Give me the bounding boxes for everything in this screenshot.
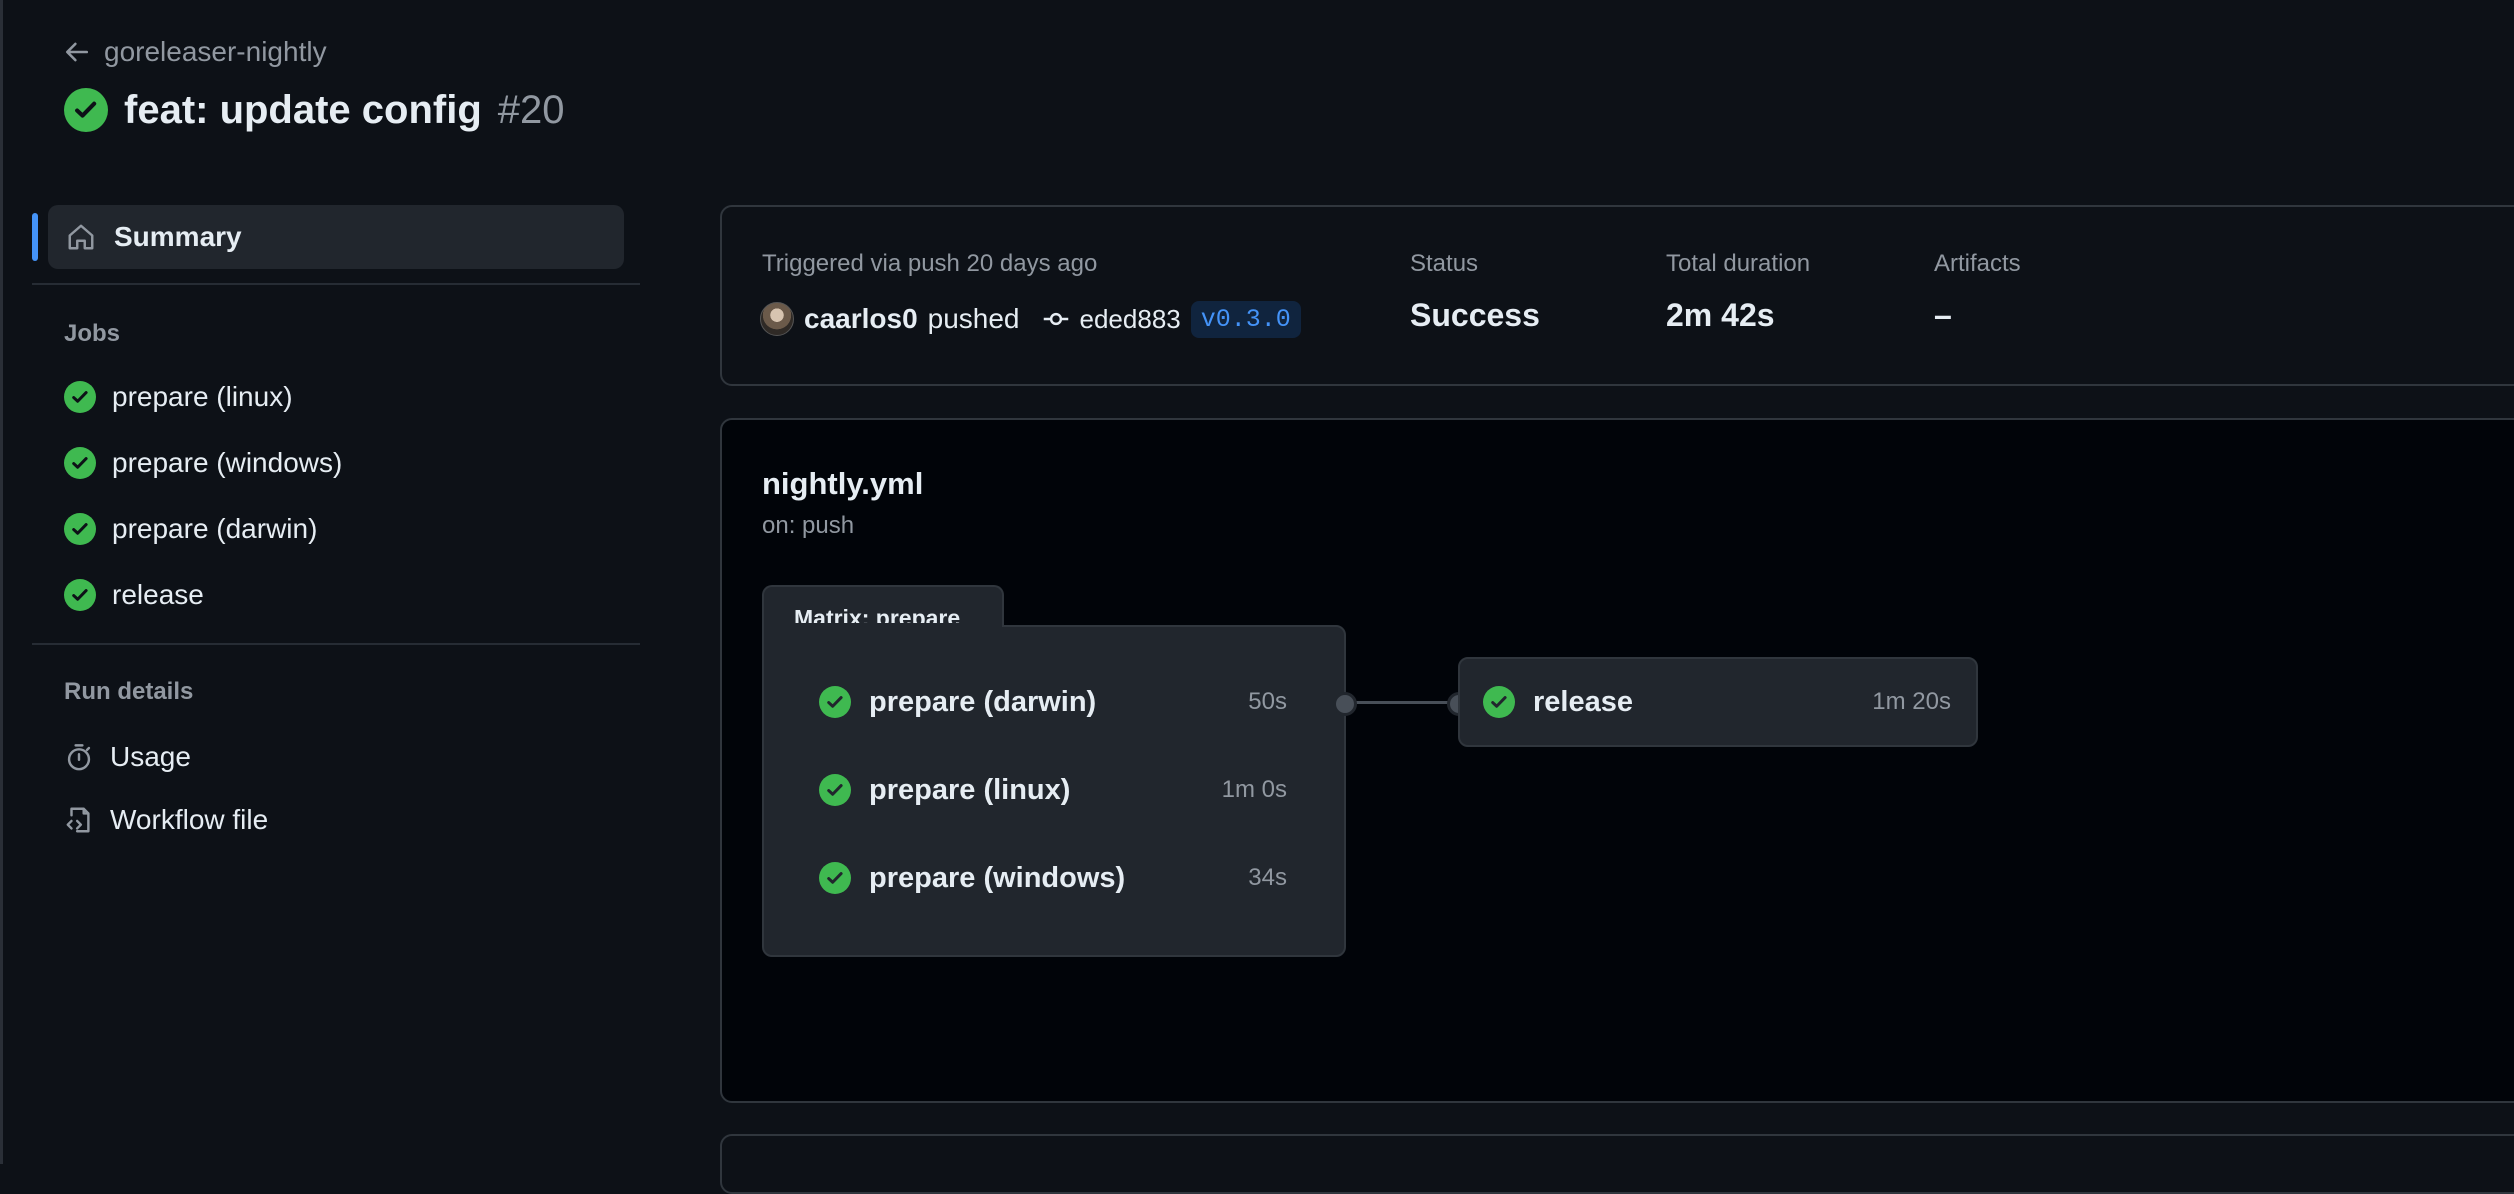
- sidebar-item-usage[interactable]: Usage: [64, 733, 191, 781]
- job-name: prepare (linux): [869, 774, 1070, 807]
- avatar[interactable]: [760, 302, 794, 336]
- sidebar-divider: [32, 643, 640, 645]
- check-circle-icon: [64, 447, 96, 479]
- job-duration: 1m 20s: [1872, 688, 1951, 716]
- home-icon: [66, 222, 96, 252]
- sidebar-item-job[interactable]: prepare (linux): [64, 373, 293, 421]
- sidebar-divider: [32, 283, 640, 285]
- job-duration: 34s: [1248, 864, 1287, 892]
- check-circle-icon: [64, 513, 96, 545]
- user-link[interactable]: caarlos0: [804, 303, 918, 335]
- sidebar-item-job[interactable]: prepare (windows): [64, 439, 342, 487]
- matrix-job[interactable]: prepare (linux) 1m 0s: [819, 760, 1287, 820]
- sidebar-item-label: prepare (windows): [112, 447, 342, 479]
- job-name: prepare (windows): [869, 862, 1125, 895]
- window-left-edge: [0, 0, 3, 1164]
- status-label: Status: [1410, 250, 1478, 278]
- sidebar-item-workflow-file[interactable]: Workflow file: [64, 796, 268, 844]
- run-details-heading: Run details: [64, 678, 193, 706]
- artifacts-label: Artifacts: [1934, 250, 2021, 278]
- job-duration: 50s: [1248, 688, 1287, 716]
- file-code-icon: [64, 805, 94, 835]
- arrow-left-icon: [64, 39, 90, 65]
- trigger-text: Triggered via push 20 days ago: [762, 250, 1097, 278]
- sidebar-item-label: Summary: [114, 221, 242, 253]
- artifacts-value: –: [1934, 297, 1952, 334]
- matrix-tab-join: [764, 623, 1002, 629]
- stopwatch-icon: [64, 742, 94, 772]
- duration-value: 2m 42s: [1666, 297, 1775, 334]
- git-commit-icon: [1042, 305, 1070, 333]
- back-link-label: goreleaser-nightly: [104, 36, 327, 68]
- check-circle-icon: [64, 88, 108, 132]
- page-title: feat: update config #20: [64, 84, 565, 136]
- check-circle-icon: [819, 862, 851, 894]
- back-link[interactable]: goreleaser-nightly: [64, 32, 327, 72]
- sidebar-item-job[interactable]: release: [64, 571, 204, 619]
- action-text: pushed: [928, 303, 1020, 335]
- workflow-trigger: on: push: [762, 512, 854, 540]
- run-summary-card: [720, 205, 2514, 386]
- sidebar-item-label: Workflow file: [110, 804, 268, 836]
- status-value: Success: [1410, 297, 1540, 334]
- connector-dot: [1333, 692, 1357, 716]
- check-circle-icon: [64, 381, 96, 413]
- check-circle-icon: [819, 774, 851, 806]
- job-duration: 1m 0s: [1222, 776, 1287, 804]
- check-circle-icon: [819, 686, 851, 718]
- sidebar-item-label: release: [112, 579, 204, 611]
- job-connector: [1345, 701, 1460, 704]
- sidebar-item-summary[interactable]: Summary: [48, 205, 624, 269]
- matrix-job[interactable]: prepare (windows) 34s: [819, 848, 1287, 908]
- duration-label: Total duration: [1666, 250, 1810, 278]
- run-number: #20: [498, 88, 565, 133]
- workflow-name[interactable]: nightly.yml: [762, 466, 923, 502]
- check-circle-icon: [64, 579, 96, 611]
- sidebar-item-label: prepare (darwin): [112, 513, 317, 545]
- sidebar-item-label: Usage: [110, 741, 191, 773]
- matrix-job[interactable]: prepare (darwin) 50s: [819, 672, 1287, 732]
- active-indicator: [32, 213, 38, 261]
- next-section-card: [720, 1134, 2514, 1194]
- run-title: feat: update config: [124, 88, 482, 133]
- sidebar-item-job[interactable]: prepare (darwin): [64, 505, 317, 553]
- job-name: prepare (darwin): [869, 686, 1096, 719]
- commit-link[interactable]: eded883: [1080, 304, 1181, 335]
- trigger-details: caarlos0 pushed eded883 v0.3.0: [760, 298, 1301, 340]
- jobs-heading: Jobs: [64, 320, 120, 348]
- check-circle-icon: [1483, 686, 1515, 718]
- job-name: release: [1533, 686, 1633, 719]
- release-job[interactable]: release 1m 20s: [1483, 672, 1951, 732]
- tag-badge[interactable]: v0.3.0: [1191, 301, 1301, 338]
- sidebar-item-label: prepare (linux): [112, 381, 293, 413]
